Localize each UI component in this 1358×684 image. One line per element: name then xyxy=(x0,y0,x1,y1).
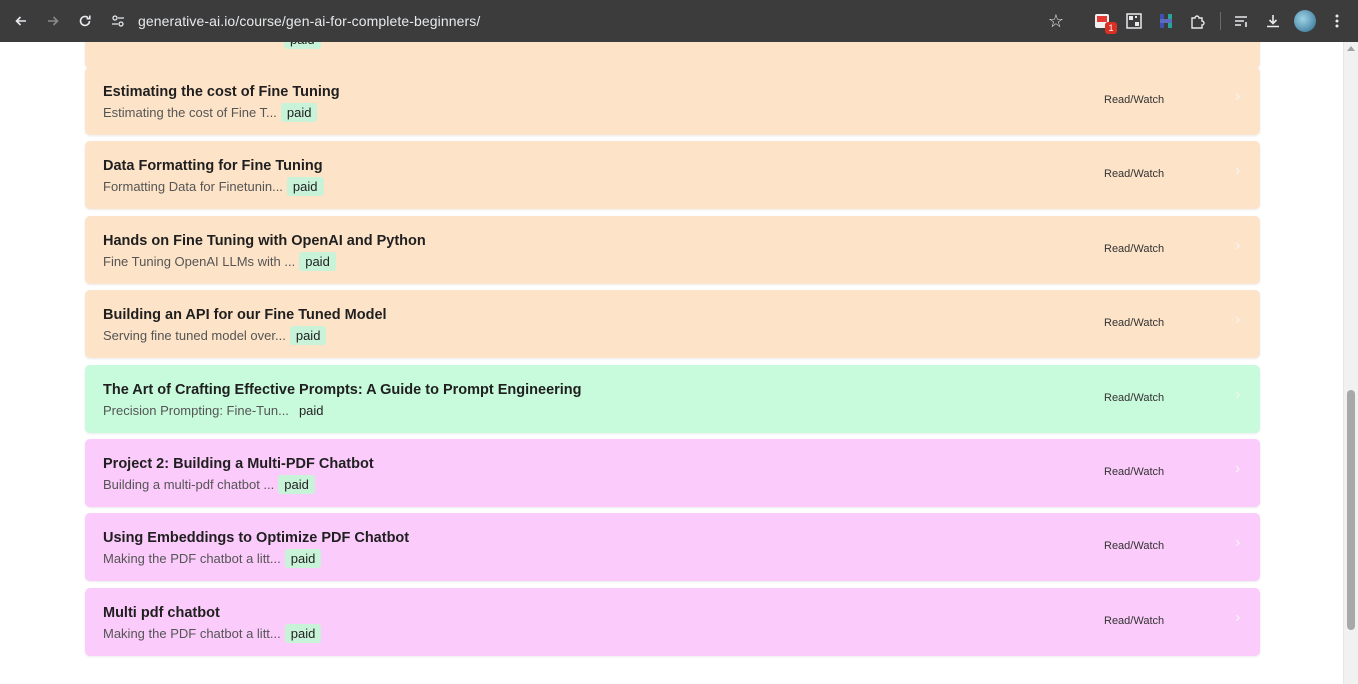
back-icon[interactable] xyxy=(8,8,34,34)
reload-icon[interactable] xyxy=(72,8,98,34)
lesson-subtitle-text: Fine Tuning OpenAI LLMs with ... xyxy=(103,254,296,269)
read-watch-link[interactable]: Read/Watch xyxy=(1104,392,1164,404)
paid-badge: paid xyxy=(284,42,321,49)
download-icon[interactable] xyxy=(1261,9,1285,33)
lesson-subtitle: Making the PDF chatbot a litt... paid xyxy=(103,624,322,643)
lesson-item-partial[interactable]: paid xyxy=(85,42,1260,68)
lesson-subtitle: Formatting Data for Finetunin... paid xyxy=(103,177,324,196)
chevron-right-icon[interactable]: › xyxy=(1235,610,1245,626)
lesson-subtitle: Fine Tuning OpenAI LLMs with ... paid xyxy=(103,252,336,271)
url-text[interactable]: generative-ai.io/course/gen-ai-for-compl… xyxy=(138,13,480,29)
page-scrollbar[interactable] xyxy=(1343,42,1358,684)
lesson-item[interactable]: Building an API for our Fine Tuned Model… xyxy=(85,290,1260,358)
lesson-title[interactable]: Building an API for our Fine Tuned Model xyxy=(103,307,387,323)
star-icon[interactable]: ☆ xyxy=(1046,11,1066,31)
qr-extension-icon[interactable] xyxy=(1122,9,1146,33)
paid-badge: paid xyxy=(299,252,336,271)
lesson-subtitle-text: Building a multi-pdf chatbot ... xyxy=(103,477,275,492)
browser-toolbar: generative-ai.io/course/gen-ai-for-compl… xyxy=(0,0,1358,42)
read-watch-link[interactable]: Read/Watch xyxy=(1104,540,1164,552)
lesson-subtitle: Making the PDF chatbot a litt... paid xyxy=(103,549,322,568)
scroll-up-arrow-icon[interactable] xyxy=(1347,46,1355,51)
read-watch-link[interactable]: Read/Watch xyxy=(1104,317,1164,329)
chevron-right-icon[interactable]: › xyxy=(1235,535,1245,551)
paid-badge: paid xyxy=(286,177,324,196)
paid-badge: paid xyxy=(284,549,322,568)
hubspot-extension-icon[interactable] xyxy=(1154,9,1178,33)
lesson-title[interactable]: Multi pdf chatbot xyxy=(103,605,220,621)
lesson-item[interactable]: Data Formatting for Fine Tuning Formattin… xyxy=(85,141,1260,209)
puzzle-extensions-icon[interactable] xyxy=(1186,9,1210,33)
read-watch-link[interactable]: Read/Watch xyxy=(1104,243,1164,255)
lesson-subtitle-text: Serving fine tuned model over... xyxy=(103,328,286,343)
lesson-item[interactable]: Estimating the cost of Fine Tuning Estima… xyxy=(85,67,1260,135)
lesson-subtitle-text: Estimating the cost of Fine T... xyxy=(103,105,277,120)
site-info-icon[interactable] xyxy=(110,13,126,29)
lesson-title[interactable]: Hands on Fine Tuning with OpenAI and Pyt… xyxy=(103,233,426,249)
lesson-subtitle: Building a multi-pdf chatbot ... paid xyxy=(103,475,315,494)
extension-badge: 1 xyxy=(1105,22,1117,34)
lesson-title[interactable]: Data Formatting for Fine Tuning xyxy=(103,158,323,174)
read-watch-link[interactable]: Read/Watch xyxy=(1104,168,1164,180)
lesson-title[interactable]: Using Embeddings to Optimize PDF Chatbot xyxy=(103,530,409,546)
kebab-menu-icon[interactable] xyxy=(1325,9,1349,33)
lesson-title[interactable]: The Art of Crafting Effective Prompts: A… xyxy=(103,382,582,398)
lesson-item[interactable]: Multi pdf chatbot Making the PDF chatbot … xyxy=(85,588,1260,656)
chevron-right-icon[interactable]: › xyxy=(1235,312,1245,328)
lesson-subtitle-text: Formatting Data for Finetunin... xyxy=(103,179,283,194)
lesson-item[interactable]: Hands on Fine Tuning with OpenAI and Pyt… xyxy=(85,216,1260,284)
lesson-subtitle: Serving fine tuned model over... paid xyxy=(103,326,327,345)
lesson-subtitle: Estimating the cost of Fine T... paid xyxy=(103,103,318,122)
read-watch-link[interactable]: Read/Watch xyxy=(1104,615,1164,627)
paid-badge: paid xyxy=(284,624,322,643)
lesson-subtitle: Precision Prompting: Fine-Tun... paid xyxy=(103,401,330,420)
chevron-right-icon[interactable]: › xyxy=(1235,461,1245,477)
lesson-item[interactable]: Project 2: Building a Multi-PDF Chatbot B… xyxy=(85,439,1260,507)
lesson-title[interactable]: Estimating the cost of Fine Tuning xyxy=(103,84,340,100)
lesson-subtitle-text: Making the PDF chatbot a litt... xyxy=(103,551,281,566)
chevron-right-icon[interactable]: › xyxy=(1235,238,1245,254)
forward-icon[interactable] xyxy=(40,8,66,34)
lesson-item[interactable]: Using Embeddings to Optimize PDF Chatbot… xyxy=(85,513,1260,581)
paid-badge: paid xyxy=(280,103,318,122)
extension-area: 1 xyxy=(1090,9,1357,34)
pdf-extension-icon[interactable]: 1 xyxy=(1090,9,1117,34)
profile-avatar[interactable] xyxy=(1293,9,1317,33)
reading-list-icon[interactable] xyxy=(1229,9,1253,33)
lesson-subtitle-text: Making the PDF chatbot a litt... xyxy=(103,626,281,641)
lesson-subtitle: paid xyxy=(280,42,321,49)
lesson-subtitle-text: Precision Prompting: Fine-Tun... xyxy=(103,403,289,418)
read-watch-link[interactable]: Read/Watch xyxy=(1104,466,1164,478)
paid-badge: paid xyxy=(278,475,315,494)
paid-badge: paid xyxy=(298,403,324,418)
chevron-right-icon[interactable]: › xyxy=(1235,89,1245,105)
read-watch-link[interactable]: Read/Watch xyxy=(1104,94,1164,106)
lesson-title[interactable]: Project 2: Building a Multi-PDF Chatbot xyxy=(103,456,374,472)
course-content: paid Estimating the cost of Fine TuningE… xyxy=(0,42,1344,684)
nav-buttons xyxy=(8,8,104,34)
scroll-thumb[interactable] xyxy=(1347,390,1355,630)
lesson-item[interactable]: The Art of Crafting Effective Prompts: A… xyxy=(85,365,1260,433)
address-bar[interactable]: generative-ai.io/course/gen-ai-for-compl… xyxy=(110,8,1080,34)
chevron-right-icon[interactable]: › xyxy=(1235,387,1245,403)
toolbar-separator xyxy=(1220,12,1221,30)
chevron-right-icon[interactable]: › xyxy=(1235,163,1245,179)
paid-badge: paid xyxy=(289,326,327,345)
